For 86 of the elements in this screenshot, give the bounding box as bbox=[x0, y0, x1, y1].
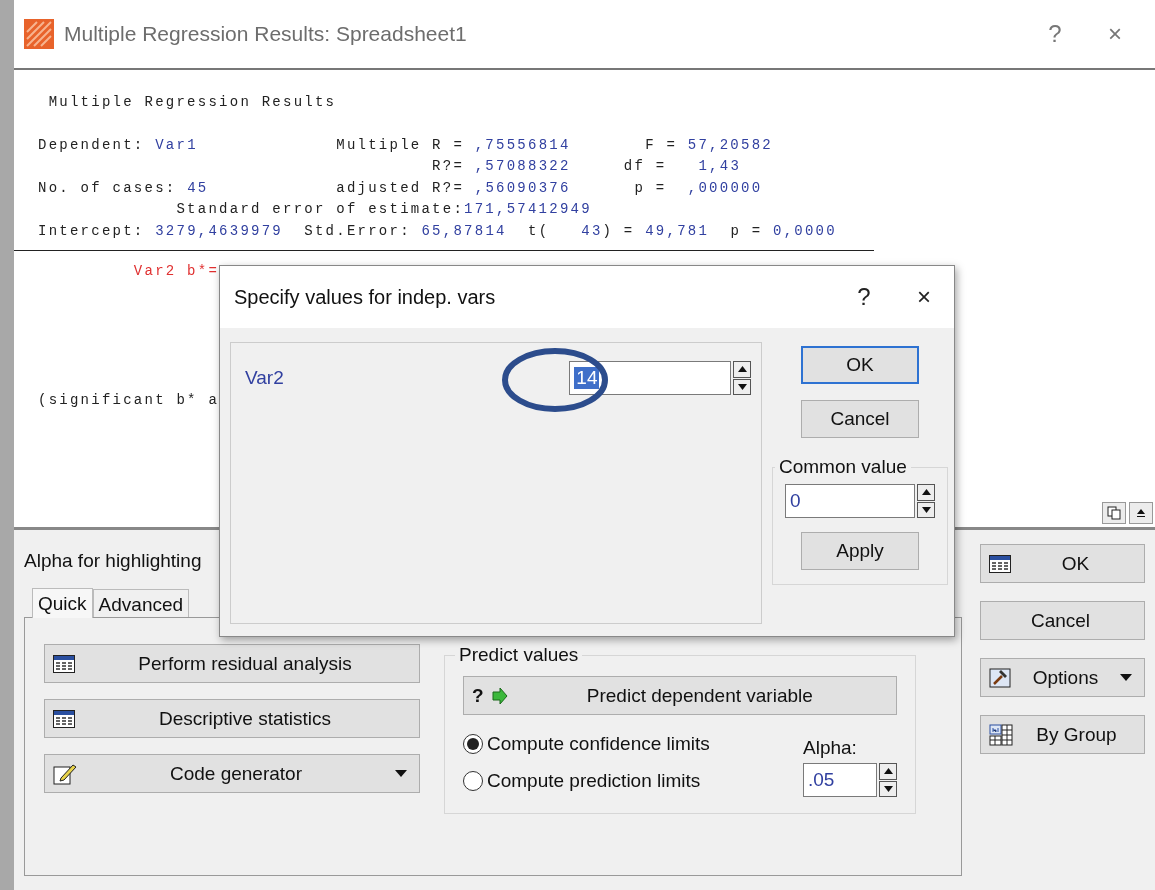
down-triangle-icon bbox=[921, 506, 931, 513]
spin-up-button[interactable] bbox=[917, 484, 935, 501]
grid-icon bbox=[989, 723, 1013, 746]
table-icon bbox=[989, 554, 1011, 573]
up-triangle-icon bbox=[921, 489, 931, 496]
action-button[interactable]: Descriptive statistics bbox=[44, 699, 420, 738]
report-value: 49,781 bbox=[645, 222, 710, 239]
report-value: Var1 bbox=[155, 136, 198, 153]
report-heading: Multiple Regression Results bbox=[47, 93, 338, 112]
common-value-input[interactable]: 0 bbox=[785, 484, 915, 518]
side-button[interactable]: Cancel bbox=[980, 601, 1145, 640]
report-value: 0,0000 bbox=[773, 222, 837, 239]
down-triangle-icon bbox=[883, 785, 893, 792]
help-button[interactable]: ? bbox=[834, 283, 894, 311]
collapse-button[interactable] bbox=[1129, 502, 1153, 524]
down-triangle-icon bbox=[737, 383, 747, 390]
action-button[interactable]: Code generator bbox=[44, 754, 420, 793]
significance-note: (significant b* a bbox=[37, 390, 221, 410]
spin-down-button[interactable] bbox=[917, 501, 935, 518]
report-label: t( bbox=[527, 222, 551, 239]
report-value: 171,57412949 bbox=[464, 201, 592, 217]
predict-button[interactable]: ? Predict dependent variable bbox=[463, 676, 897, 715]
help-button[interactable]: ? bbox=[1025, 20, 1085, 48]
arrow-icon bbox=[491, 686, 508, 705]
hammer-picture-icon bbox=[989, 667, 1011, 688]
radio-option[interactable]: Compute prediction limits bbox=[463, 762, 803, 799]
group-title: Predict values bbox=[458, 644, 580, 666]
caret-icon bbox=[1120, 674, 1132, 681]
report-value: 1,43 bbox=[698, 158, 742, 174]
report-label: Std.Error: bbox=[303, 222, 412, 239]
report-label: No. of cases: bbox=[38, 179, 178, 196]
report-value: ,75556814 bbox=[474, 136, 571, 153]
report-value: 45 bbox=[187, 179, 209, 196]
up-arrow-icon bbox=[1136, 508, 1146, 518]
report-label: Multiple R = bbox=[335, 136, 466, 153]
copy-icon bbox=[1107, 506, 1121, 520]
alpha-label: Alpha: bbox=[803, 737, 858, 759]
report-label: adjusted R?= bbox=[335, 179, 466, 196]
spin-up-button[interactable] bbox=[879, 763, 897, 780]
report-label: R?= bbox=[431, 158, 466, 174]
side-button[interactable]: By Group bbox=[980, 715, 1145, 754]
apply-button[interactable]: Apply bbox=[801, 532, 919, 570]
table-icon bbox=[53, 709, 75, 728]
alpha-highlight-label: Alpha for highlighting bbox=[24, 550, 202, 572]
up-triangle-icon bbox=[883, 768, 893, 775]
report-value: 57,20582 bbox=[687, 136, 773, 153]
report-value: 3279,4639979 bbox=[155, 222, 283, 239]
report-value: 43 bbox=[581, 222, 603, 239]
dialog-title: Specify values for indep. vars bbox=[234, 285, 497, 309]
report-label: Dependent: bbox=[38, 136, 146, 153]
alpha-input[interactable]: .05 bbox=[803, 763, 877, 797]
app-logo-icon bbox=[24, 19, 54, 49]
report-label: p = bbox=[633, 179, 668, 196]
report-value: 65,87814 bbox=[421, 222, 507, 239]
close-button[interactable]: × bbox=[1085, 20, 1145, 48]
report-label: F = bbox=[644, 136, 679, 153]
action-button[interactable]: Perform residual analysis bbox=[44, 644, 420, 683]
tab[interactable]: Advanced bbox=[92, 589, 190, 617]
spin-down-button[interactable] bbox=[879, 780, 897, 797]
tab[interactable]: Quick bbox=[32, 588, 93, 618]
spin-down-button[interactable] bbox=[733, 378, 751, 395]
variable-name: Var2 bbox=[244, 367, 285, 389]
value-input[interactable]: 14 bbox=[569, 361, 732, 395]
up-triangle-icon bbox=[737, 366, 747, 373]
spin-up-button[interactable] bbox=[733, 361, 751, 378]
copy-button[interactable] bbox=[1102, 502, 1126, 524]
dialog-button[interactable]: OK bbox=[801, 346, 919, 384]
window-title: Multiple Regression Results: Spreadsheet1 bbox=[64, 22, 468, 46]
report-label: df = bbox=[622, 158, 668, 174]
dialog-button[interactable]: Cancel bbox=[801, 400, 919, 438]
side-button[interactable]: OK bbox=[980, 544, 1145, 583]
close-button[interactable]: × bbox=[894, 283, 954, 311]
report-value: ,57088322 bbox=[474, 158, 571, 174]
pencil-note-icon bbox=[53, 762, 77, 785]
radio-option[interactable]: Compute confidence limits bbox=[463, 725, 803, 762]
group-title: Common value bbox=[778, 456, 908, 478]
caret-icon bbox=[395, 770, 407, 777]
report-label: Intercept: bbox=[38, 222, 146, 239]
report-value: ,56090376 bbox=[474, 179, 571, 196]
report-label: Standard error of estimate: bbox=[175, 201, 465, 217]
report-value: ,000000 bbox=[687, 179, 763, 196]
coefficient-row-text: Var2 b*= bbox=[132, 262, 221, 281]
side-button[interactable]: Options bbox=[980, 658, 1145, 697]
table-icon bbox=[53, 654, 75, 673]
report-label: p = bbox=[729, 222, 764, 239]
report-label: ) = bbox=[602, 222, 636, 239]
